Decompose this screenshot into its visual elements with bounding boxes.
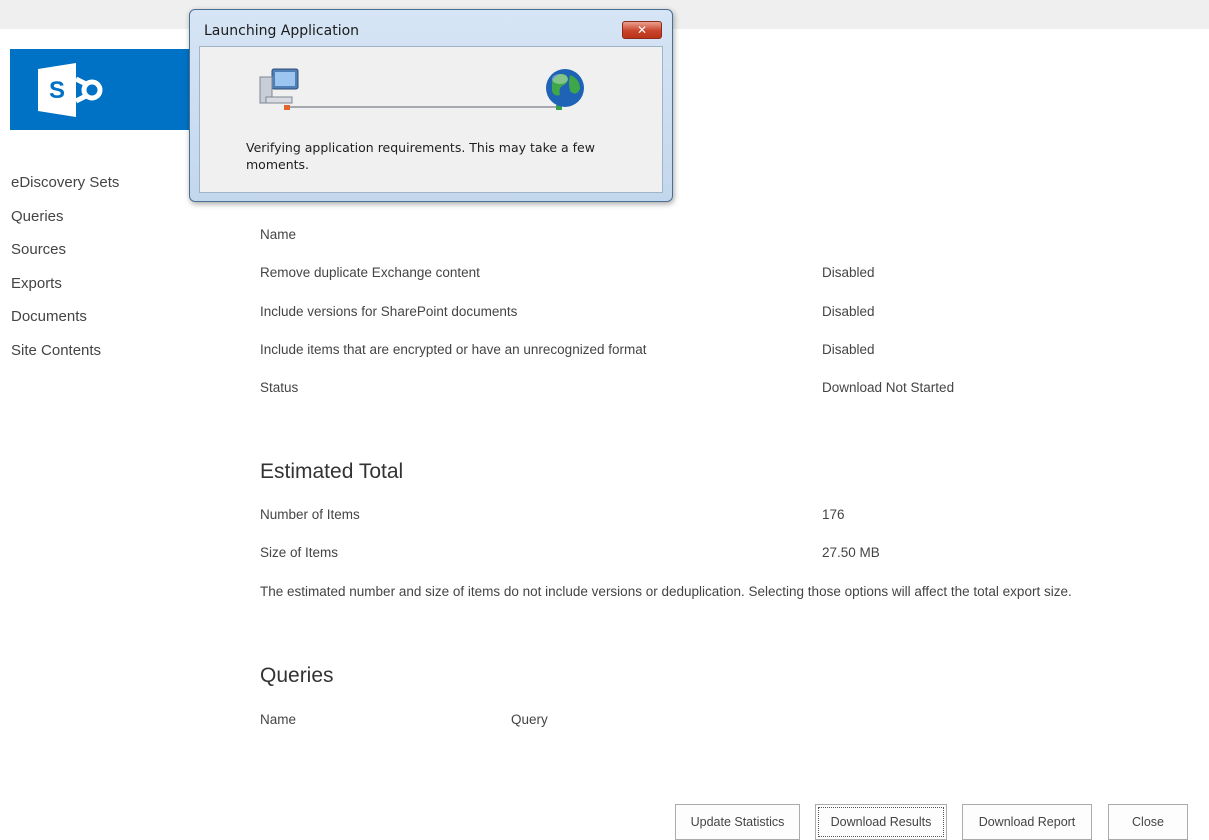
item-count-value: 176: [822, 507, 845, 522]
dialog-close-button[interactable]: ✕: [622, 21, 662, 39]
close-button[interactable]: Close: [1108, 804, 1188, 840]
item-count-label: Number of Items: [260, 507, 360, 522]
status-value: Download Not Started: [822, 380, 955, 395]
dialog-title: Launching Application: [204, 23, 360, 39]
download-results-button[interactable]: Download Results: [815, 804, 947, 840]
dialog-body: Verifying application requirements. This…: [199, 46, 663, 193]
update-statistics-button[interactable]: Update Statistics: [675, 804, 800, 840]
option-label: Include items that are encrypted or have…: [260, 342, 647, 357]
queries-heading: Queries: [260, 664, 334, 687]
nav-item-sources[interactable]: Sources: [11, 235, 181, 269]
globe-icon: [546, 69, 584, 107]
estimate-note: The estimated number and size of items d…: [260, 584, 1072, 599]
option-value: Disabled: [822, 304, 875, 319]
dialog-message: Verifying application requirements. This…: [246, 140, 595, 172]
nav-item-documents[interactable]: Documents: [11, 302, 181, 336]
left-navigation: eDiscovery Sets Queries Sources Exports …: [11, 168, 181, 369]
sharepoint-logo[interactable]: S: [10, 49, 210, 130]
download-report-button[interactable]: Download Report: [962, 804, 1092, 840]
nav-item-ediscovery-sets[interactable]: eDiscovery Sets: [11, 168, 181, 202]
option-value: Disabled: [822, 342, 875, 357]
nav-item-queries[interactable]: Queries: [11, 202, 181, 236]
launching-application-dialog: Launching Application ✕ Verifying applic…: [189, 9, 673, 202]
option-label: Name: [260, 227, 297, 242]
nav-item-site-contents[interactable]: Site Contents: [11, 336, 181, 370]
option-label: Include versions for SharePoint document…: [260, 304, 518, 319]
estimated-total-heading: Estimated Total: [260, 460, 404, 483]
source-node-marker: [284, 105, 290, 110]
computer-icon: [259, 68, 299, 104]
queries-column-query: Query: [511, 712, 548, 727]
item-size-label: Size of Items: [260, 545, 339, 560]
option-label: Remove duplicate Exchange content: [260, 265, 480, 280]
sharepoint-logo-icon: S: [38, 63, 103, 117]
close-icon: ✕: [636, 23, 648, 37]
nav-item-exports[interactable]: Exports: [11, 269, 181, 303]
option-value: Disabled: [822, 265, 875, 280]
queries-column-name: Name: [260, 712, 297, 727]
svg-text:S: S: [49, 77, 65, 104]
connection-animation: [259, 68, 584, 110]
item-size-value: 27.50 MB: [822, 545, 880, 560]
status-label: Status: [260, 380, 299, 395]
